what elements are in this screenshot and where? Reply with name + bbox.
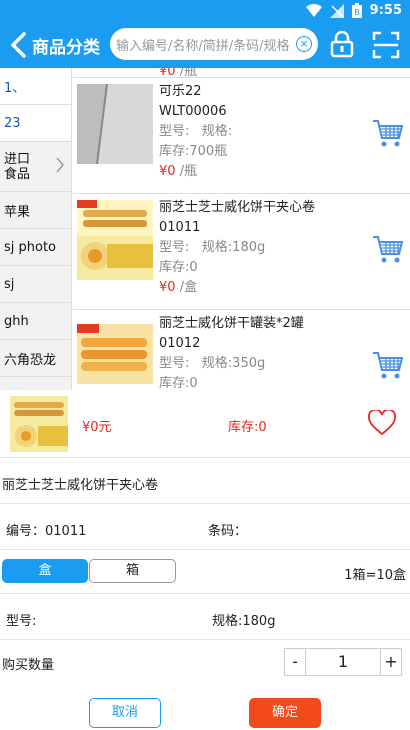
list-item[interactable]: 可乐22 WLT00006 型号: 规格: 库存:700瓶 ¥0 /瓶	[73, 78, 410, 194]
sidebar-item-apple[interactable]: 苹果	[0, 192, 71, 229]
sidebar-item-label: 六角恐龙	[4, 352, 57, 368]
sidebar-item-imported-food[interactable]: 进口 食品	[0, 142, 71, 192]
product-unit: /瓶	[179, 164, 198, 179]
sidebar-item-instant-food[interactable]: 速食	[0, 377, 71, 390]
quantity-stepper: - 1 +	[284, 648, 402, 676]
unit-box-button[interactable]: 盒	[2, 559, 88, 583]
product-image	[77, 200, 153, 280]
status-time: 9:55	[369, 3, 402, 18]
detail-price: ¥0元	[82, 420, 112, 435]
sidebar-item-label: ghh	[4, 313, 29, 329]
product-model: 型号:	[159, 356, 190, 371]
scan-icon[interactable]	[372, 31, 400, 59]
svg-text:B: B	[354, 8, 360, 17]
sidebar-item-label: 进口 食品	[4, 151, 31, 182]
favorite-heart-icon[interactable]	[368, 410, 396, 436]
product-model: 型号:	[159, 124, 190, 139]
product-code: WLT00006	[159, 104, 227, 119]
decrease-button[interactable]: -	[284, 648, 306, 676]
product-price: ¥0	[159, 164, 176, 179]
category-sidebar: 1、 23 进口 食品 苹果 sj photo sj ghh 六角恐龙 速食	[0, 68, 72, 390]
sidebar-item-23[interactable]: 23	[0, 105, 71, 142]
search-placeholder: 输入编号/名称/简拼/条码/规格	[116, 39, 290, 54]
unit-case-button[interactable]: 箱	[89, 559, 176, 583]
purchase-sheet: ¥0元 库存:0 丽芝士芝士威化饼干夹心卷 编号：01011 条码： 盒 箱 1…	[0, 390, 410, 730]
sheet-header: ¥0元 库存:0	[0, 390, 410, 458]
sidebar-item-label: sj photo	[4, 239, 57, 255]
sidebar-item-label: 1、	[4, 80, 26, 96]
sidebar-item-label: 23	[4, 115, 21, 131]
cancel-button[interactable]: 取消	[89, 698, 161, 728]
sidebar-item-1[interactable]: 1、	[0, 68, 71, 105]
confirm-button[interactable]: 确定	[249, 698, 321, 728]
product-price: ¥0	[159, 280, 176, 295]
product-code: 01011	[159, 220, 201, 235]
product-spec: 规格:	[201, 124, 233, 139]
product-model: 型号:	[159, 240, 190, 255]
quantity-row: 购买数量 - 1 +	[0, 640, 410, 686]
product-image	[77, 316, 153, 390]
product-spec: 规格:180g	[201, 240, 266, 255]
detail-barcode: 条码：	[208, 524, 248, 539]
product-name: 丽芝士威化饼干罐装*2罐	[159, 316, 304, 331]
product-list: ¥0 /瓶 可乐22 WLT00006 型号: 规格: 库存:700瓶 ¥0 /…	[73, 68, 410, 390]
sidebar-item-sj-photo[interactable]: sj photo	[0, 229, 71, 266]
back-arrow-icon[interactable]	[8, 31, 30, 59]
product-thumbnail	[10, 396, 68, 452]
detail-code-row: 编号：01011 条码：	[0, 504, 410, 550]
battery-icon: B	[351, 3, 362, 18]
quantity-label: 购买数量	[2, 658, 55, 673]
cart-icon[interactable]	[372, 350, 404, 380]
unit-conversion: 1箱=10盒	[344, 568, 406, 583]
cart-icon[interactable]	[372, 118, 404, 148]
chevron-right-icon	[56, 157, 64, 173]
list-item[interactable]: 丽芝士威化饼干罐装*2罐 01012 型号: 规格:350g 库存:0 ¥0 /…	[73, 310, 410, 390]
detail-spec: 规格:180g	[212, 614, 276, 629]
product-stock: 库存:0	[159, 376, 198, 390]
clear-icon[interactable]: ×	[296, 36, 312, 52]
status-bar: B 9:55	[0, 0, 410, 22]
unit-select-row: 盒 箱 1箱=10盒	[0, 550, 410, 594]
detail-name-row: 丽芝士芝士威化饼干夹心卷	[0, 458, 410, 504]
signal-icon	[329, 3, 344, 18]
app-header: 商品分类 输入编号/名称/简拼/条码/规格 ×	[0, 22, 410, 68]
product-stock: 库存:700瓶	[159, 144, 228, 159]
sidebar-item-label: sj	[4, 276, 15, 292]
page-title: 商品分类	[32, 38, 100, 58]
sidebar-item-ghh[interactable]: ghh	[0, 303, 71, 340]
product-stock: 库存:0	[159, 260, 198, 275]
detail-code: 编号：01011	[6, 524, 87, 539]
list-item-partial: ¥0 /瓶	[73, 68, 410, 79]
detail-stock: 库存:0	[228, 420, 267, 435]
search-input[interactable]: 输入编号/名称/简拼/条码/规格 ×	[110, 28, 318, 60]
detail-name: 丽芝士芝士威化饼干夹心卷	[2, 478, 159, 493]
sidebar-item-sj[interactable]: sj	[0, 266, 71, 303]
product-image	[77, 84, 153, 164]
sidebar-item-axolotl[interactable]: 六角恐龙	[0, 340, 71, 377]
product-unit: /盒	[179, 280, 198, 295]
product-name: 可乐22	[159, 84, 202, 99]
product-name: 丽芝士芝士威化饼干夹心卷	[159, 200, 316, 215]
product-spec: 规格:350g	[201, 356, 266, 371]
sidebar-item-label: 苹果	[4, 204, 31, 220]
quantity-input[interactable]: 1	[306, 648, 380, 676]
wifi-icon	[305, 3, 322, 17]
list-item[interactable]: 丽芝士芝士威化饼干夹心卷 01011 型号: 规格:180g 库存:0 ¥0 /…	[73, 194, 410, 310]
lock-icon[interactable]	[330, 30, 354, 58]
product-code: 01012	[159, 336, 201, 351]
increase-button[interactable]: +	[380, 648, 402, 676]
detail-model: 型号:	[6, 614, 37, 629]
detail-spec-row: 型号: 规格:180g	[0, 594, 410, 640]
cart-icon[interactable]	[372, 234, 404, 264]
